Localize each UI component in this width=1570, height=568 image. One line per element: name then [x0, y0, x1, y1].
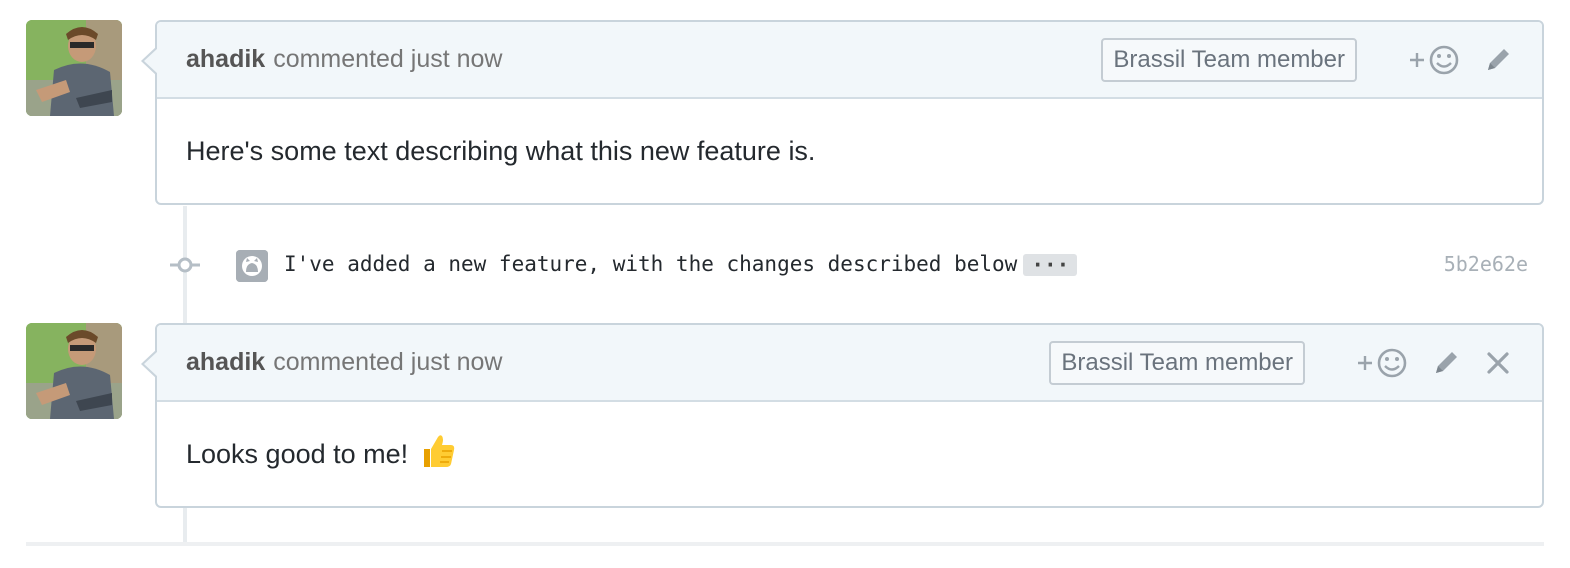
comment-header: ahadik commented just now Brassil Team m… — [157, 325, 1542, 402]
pencil-icon[interactable] — [1483, 45, 1513, 75]
close-icon[interactable] — [1483, 348, 1513, 378]
member-badge: Brassil Team member — [1101, 37, 1357, 82]
timeline-bottom-divider — [26, 542, 1544, 546]
comment-author-link[interactable]: ahadik — [186, 45, 265, 74]
avatar[interactable] — [26, 20, 122, 116]
member-badge: Brassil Team member — [1049, 340, 1305, 385]
expand-commit-button[interactable]: ··· — [1023, 254, 1078, 276]
comment-text: Here's some text describing what this ne… — [186, 135, 816, 166]
comment-timestamp[interactable]: commented just now — [273, 45, 502, 74]
avatar-photo — [26, 323, 122, 419]
commit-message[interactable]: I've added a new feature, with the chang… — [284, 252, 1078, 276]
commit-sha-link[interactable]: 5b2e62e — [1444, 252, 1528, 276]
timeline: ahadik commented just now Brassil Team m… — [0, 0, 1570, 568]
commit-message-text[interactable]: I've added a new feature, with the chang… — [284, 252, 1017, 276]
avatar-photo — [26, 20, 122, 116]
thumbs-up-icon — [418, 431, 458, 478]
add-reaction-icon[interactable] — [1407, 44, 1461, 76]
avatar[interactable] — [26, 323, 122, 419]
comment-author-link[interactable]: ahadik — [186, 348, 265, 377]
add-reaction-icon[interactable] — [1355, 347, 1409, 379]
comment-box: ahadik commented just now Brassil Team m… — [141, 20, 1544, 205]
comment-caret-fill — [144, 351, 158, 377]
comment-caret-fill — [144, 48, 158, 74]
comment-text: Looks good to me! — [186, 438, 409, 469]
comment-body: Looks good to me! — [157, 402, 1542, 506]
github-octocat-icon[interactable] — [236, 250, 268, 282]
comment-box: ahadik commented just now Brassil Team m… — [141, 323, 1544, 508]
pencil-icon[interactable] — [1431, 348, 1461, 378]
timeline-connector — [183, 508, 187, 544]
comment-body: Here's some text describing what this ne… — [157, 99, 1542, 203]
comment-timestamp[interactable]: commented just now — [273, 348, 502, 377]
commit-row: I've added a new feature, with the chang… — [170, 246, 1530, 284]
comment-header: ahadik commented just now Brassil Team m… — [157, 22, 1542, 99]
commit-node-icon — [170, 257, 200, 273]
